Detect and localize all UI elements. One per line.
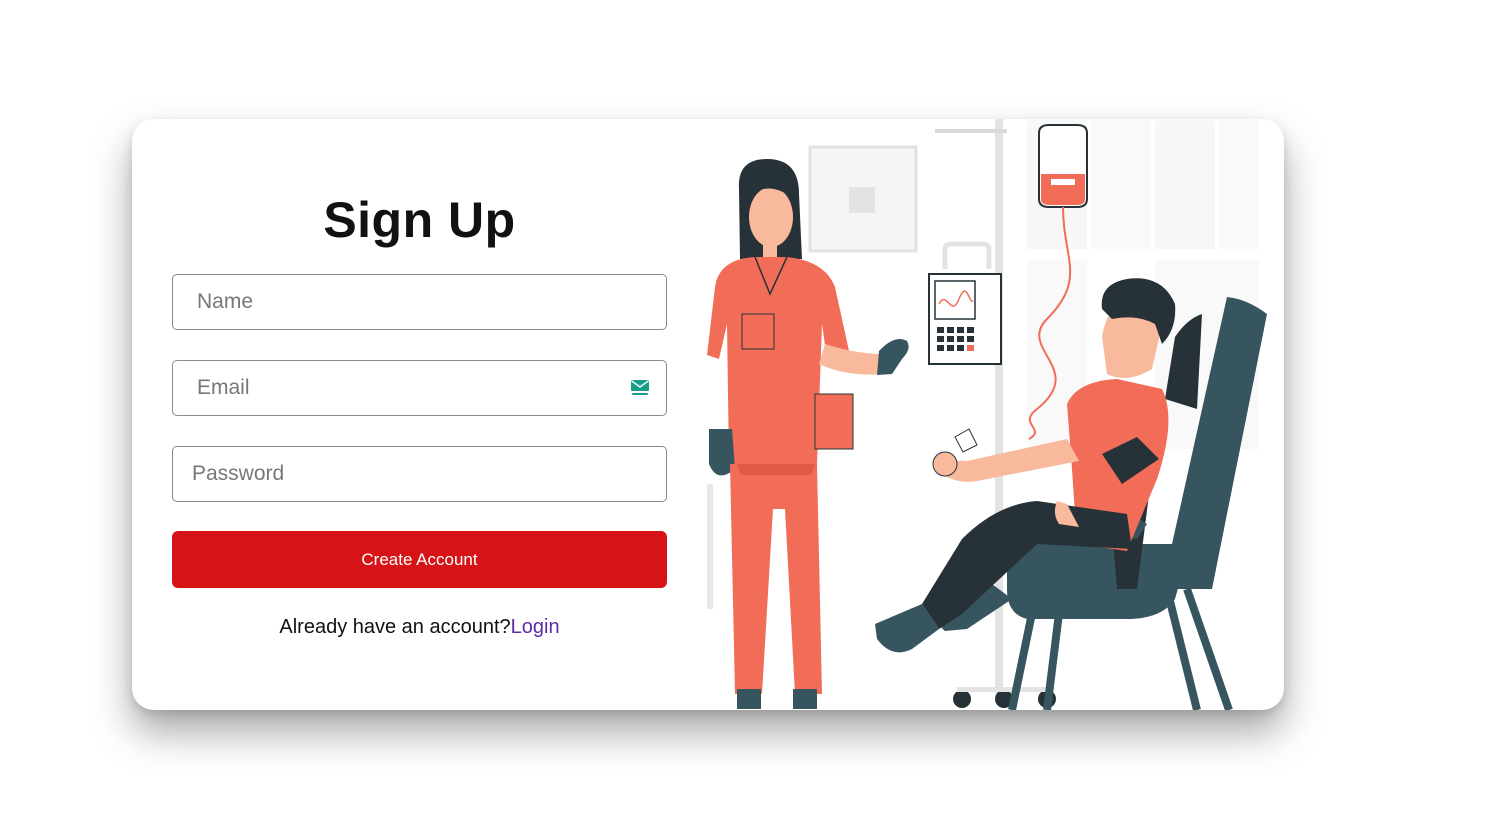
login-prompt-text: Already have an account?	[279, 616, 511, 638]
name-field-wrapper	[172, 274, 667, 330]
login-link[interactable]: Login	[511, 616, 560, 638]
password-input[interactable]	[173, 447, 666, 501]
wall-frame	[808, 145, 918, 253]
signup-card: Sign Up Create Account Already have an a…	[132, 119, 1284, 710]
email-field-wrapper	[172, 360, 667, 416]
background-ornament	[707, 484, 713, 609]
page-title: Sign Up	[323, 192, 516, 248]
signup-form: Sign Up Create Account Already have an a…	[132, 119, 707, 710]
medical-monitor	[928, 241, 1002, 365]
login-prompt-line: Already have an account?Login	[172, 616, 667, 639]
blood-donation-illustration	[707, 119, 1267, 710]
create-account-button[interactable]: Create Account	[172, 531, 667, 588]
password-field-wrapper	[172, 446, 667, 502]
mail-icon[interactable]	[630, 379, 650, 397]
email-input[interactable]	[173, 361, 666, 415]
name-input[interactable]	[173, 275, 666, 329]
